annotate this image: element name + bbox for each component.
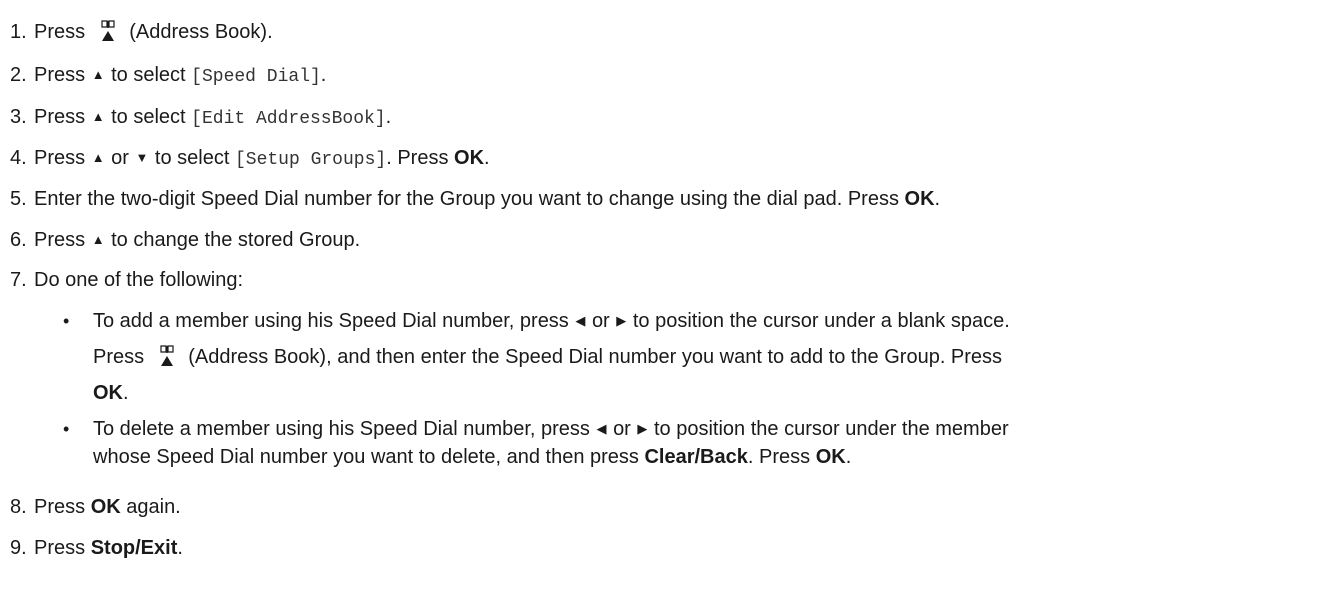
ok-key-label: OK [904, 188, 935, 210]
step-number: 5. [10, 188, 27, 210]
step-text-pre: Press [34, 64, 86, 86]
step-text-pre: Press [34, 496, 86, 518]
step-text: Press ▲ to select [Speed Dial]. [34, 61, 326, 91]
ok-key-label: OK [454, 147, 485, 169]
bullet-text-or: or [591, 310, 610, 332]
clear-back-key-label: Clear/Back [644, 446, 748, 468]
ok-key-label: OK [815, 446, 846, 468]
step-number: 1. [10, 21, 27, 43]
bullet-line: Press (Address Book), and then enter the… [93, 343, 1303, 371]
up-arrow-icon: ▲ [91, 67, 105, 82]
step-number: 2. [10, 64, 27, 86]
step-text: Press OK again. [34, 493, 181, 521]
menu-option-code: [Speed Dial] [191, 67, 321, 87]
step-text-pre: Press [34, 229, 86, 251]
step-number: 9. [10, 537, 27, 559]
step-text-post: . [385, 106, 392, 128]
menu-option-code: [Setup Groups] [234, 150, 387, 170]
address-book-icon [101, 20, 115, 41]
step-text-end: . [934, 188, 941, 210]
bullet-text-pre: Press [93, 346, 145, 368]
bullet-text-pre: whose Speed Dial number you want to dele… [93, 446, 639, 468]
step-text-post: . [320, 64, 327, 86]
bullet-text-post: (Address Book), and then enter the Speed… [188, 346, 1003, 368]
down-arrow-icon: ▼ [135, 150, 149, 165]
up-arrow-icon: ▲ [91, 150, 105, 165]
step-text: Press (Address Book). [34, 18, 273, 46]
bullet-text: To delete a member using his Speed Dial … [93, 415, 1303, 471]
ok-key-label: OK [90, 496, 121, 518]
right-arrow-icon: ▶ [616, 313, 627, 328]
step-text-pre: Press [34, 106, 86, 128]
step-8: 8. Press OK again. [0, 493, 181, 521]
step-6: 6. Press ▲ to change the stored Group. [0, 226, 360, 254]
step-text-or: or [111, 147, 129, 169]
step-text-mid: to select [154, 147, 230, 169]
bullet-text-pre: To delete a member using his Speed Dial … [93, 418, 590, 440]
bullet-item-add-member: • To add a member using his Speed Dial n… [63, 307, 1303, 407]
step-text-post: to change the stored Group. [111, 229, 361, 251]
step-text-pre: Press [34, 21, 86, 43]
step-text: Press ▲ to select [Edit AddressBook]. [34, 103, 391, 133]
bullet-item-delete-member: • To delete a member using his Speed Dia… [63, 415, 1303, 471]
step-text-post: again. [126, 496, 181, 518]
step-text-end: . [484, 147, 490, 169]
step-1: 1. Press (Address Book). [0, 18, 273, 46]
bullet-line: whose Speed Dial number you want to dele… [93, 443, 1303, 471]
bullet-marker: • [63, 419, 70, 439]
bullet-line: OK. [93, 379, 1303, 407]
menu-option-code: [Edit AddressBook] [191, 109, 386, 129]
step-number: 3. [10, 106, 27, 128]
step-text-pre: Enter the two-digit Speed Dial number fo… [34, 188, 899, 210]
step-text-pre: Press [34, 537, 86, 559]
step-5: 5. Enter the two-digit Speed Dial number… [0, 185, 940, 213]
step-number: 7. [10, 269, 27, 291]
step-text-post: (Address Book). [129, 21, 273, 43]
step-7: 7. Do one of the following: [0, 266, 243, 294]
step-text-mid: to select [111, 64, 186, 86]
step-3: 3. Press ▲ to select [Edit AddressBook]. [0, 103, 391, 133]
up-arrow-icon: ▲ [91, 109, 105, 124]
step-text-post: . Press [386, 147, 449, 169]
up-arrow-icon: ▲ [91, 232, 105, 247]
ok-key-label: OK [93, 382, 123, 404]
bullet-text-end: . [845, 446, 852, 468]
step-4: 4. Press ▲ or ▼ to select [Setup Groups]… [0, 144, 490, 174]
bullet-line: To delete a member using his Speed Dial … [93, 415, 1303, 443]
bullet-line: To add a member using his Speed Dial num… [93, 307, 1303, 335]
step-text-end: . [177, 537, 183, 559]
step-number: 6. [10, 229, 27, 251]
bullet-text-mid: . Press [747, 446, 811, 468]
step-2: 2. Press ▲ to select [Speed Dial]. [0, 61, 326, 91]
bullet-text-or: or [613, 418, 631, 440]
step-text: Press Stop/Exit. [34, 534, 183, 562]
step-number: 8. [10, 496, 27, 518]
bullet-text-pre: To add a member using his Speed Dial num… [93, 310, 569, 332]
step-text: Enter the two-digit Speed Dial number fo… [34, 185, 940, 213]
step-text: Do one of the following: [34, 269, 244, 291]
address-book-icon [160, 345, 174, 366]
right-arrow-icon: ▶ [637, 421, 648, 436]
step-9: 9. Press Stop/Exit. [0, 534, 183, 562]
bullet-text: To add a member using his Speed Dial num… [93, 307, 1303, 407]
bullet-text-post: to position the cursor under the member [653, 418, 1009, 440]
step-text: Press ▲ or ▼ to select [Setup Groups]. P… [34, 144, 490, 174]
step-text: Press ▲ to change the stored Group. [34, 226, 360, 254]
bullet-marker: • [63, 311, 70, 331]
bullet-text-post: to position the cursor under a blank spa… [632, 310, 1010, 332]
bullet-text-end: . [123, 382, 129, 404]
left-arrow-icon: ◀ [596, 421, 607, 436]
step-number: 4. [10, 147, 27, 169]
left-arrow-icon: ◀ [575, 313, 586, 328]
stop-exit-key-label: Stop/Exit [90, 537, 178, 559]
step-text-pre: Press [34, 147, 86, 169]
step-text-mid: to select [111, 106, 186, 128]
